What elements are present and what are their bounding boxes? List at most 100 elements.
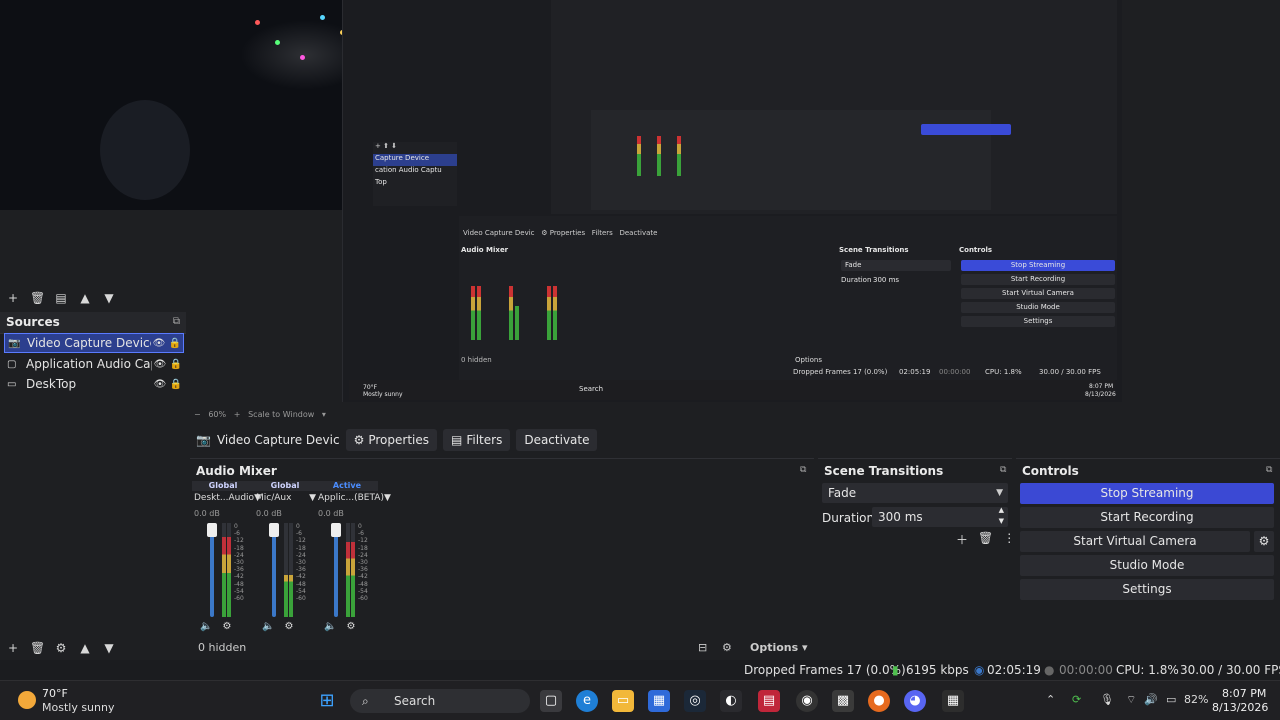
nested-taskbar: 70°F Mostly sunny Search 8:07 PM 8/13/20…: [349, 380, 1116, 400]
source-item-video-capture[interactable]: 📷 Video Capture Device 👁 🔒: [4, 333, 184, 353]
microsoft-store-icon[interactable]: ▦: [648, 690, 670, 712]
dock-undock-icon[interactable]: ⧉: [1266, 465, 1272, 475]
visibility-eye-icon[interactable]: 👁: [152, 379, 168, 390]
volume-slider-handle[interactable]: [331, 523, 341, 537]
scene-filters-icon[interactable]: ▤: [54, 291, 68, 305]
visibility-eye-icon[interactable]: 👁: [151, 338, 167, 349]
mixer-layout-icon[interactable]: ⊟: [698, 639, 707, 657]
channel-settings-icon[interactable]: ⚙: [284, 621, 293, 632]
properties-button[interactable]: ⚙ Properties: [345, 429, 437, 451]
taskbar-search[interactable]: ⌕ Search: [350, 689, 530, 713]
lock-icon[interactable]: 🔒: [168, 379, 184, 390]
virtual-camera-settings-gear-icon[interactable]: ⚙: [1254, 531, 1274, 552]
clock-date[interactable]: 8/13/2026: [1212, 701, 1268, 714]
volume-icon[interactable]: 🔊: [1144, 693, 1158, 706]
tray-sync-icon[interactable]: ⟳: [1072, 693, 1081, 706]
steam-icon[interactable]: ◎: [684, 690, 706, 712]
settings-button[interactable]: Settings: [1020, 579, 1274, 600]
stop-streaming-button[interactable]: Stop Streaming: [1020, 483, 1274, 504]
mixer-settings-icon[interactable]: ⚙: [722, 639, 732, 657]
level-meter-left: [346, 523, 350, 617]
channel-volume-db: 0.0 dB: [256, 509, 282, 518]
wifi-icon[interactable]: ⌔: [1126, 693, 1136, 707]
game-app-icon[interactable]: ▩: [832, 690, 854, 712]
remove-transition-icon[interactable]: 🗑: [978, 531, 993, 548]
nested-deactivate: Deactivate: [619, 229, 658, 237]
lock-icon[interactable]: 🔒: [167, 338, 183, 349]
source-item-desktop[interactable]: ▭ DeskTop 👁 🔒: [4, 374, 184, 394]
move-source-down-icon[interactable]: ▼: [102, 641, 116, 655]
source-properties-icon[interactable]: ⚙: [54, 641, 68, 655]
visibility-eye-icon[interactable]: 👁: [152, 359, 168, 370]
studio-mode-button[interactable]: Studio Mode: [1020, 555, 1274, 576]
nested-properties: Properties: [549, 229, 586, 237]
meter-tick-label: -42: [296, 573, 306, 581]
weather-description[interactable]: Mostly sunny: [42, 701, 114, 714]
speaker-mute-icon[interactable]: 🔈: [200, 621, 212, 632]
remove-source-icon[interactable]: 🗑: [30, 641, 45, 655]
speaker-mute-icon[interactable]: 🔈: [324, 621, 336, 632]
source-item-application-audio[interactable]: ▢ Application Audio Captu 👁 🔒: [4, 354, 184, 374]
more-options-icon[interactable]: ⋮: [1003, 531, 1015, 548]
add-source-icon[interactable]: +: [6, 641, 20, 655]
meter-tick-label: -30: [296, 559, 306, 567]
meter-tick-label: -48: [296, 580, 306, 588]
red-app-icon[interactable]: ▤: [758, 690, 780, 712]
add-scene-icon[interactable]: +: [6, 291, 20, 305]
clock-time[interactable]: 8:07 PM: [1222, 687, 1266, 700]
nested-stop-streaming: [921, 124, 1011, 135]
discord-icon[interactable]: ◕: [904, 690, 926, 712]
file-explorer-icon[interactable]: ▭: [612, 690, 634, 712]
channel-scope-badge: Active: [316, 481, 378, 491]
filters-button[interactable]: ▤ Filters: [443, 429, 511, 451]
weather-sun-icon[interactable]: [18, 691, 36, 709]
search-label: Search: [394, 694, 436, 708]
move-up-icon[interactable]: ▲: [78, 291, 92, 305]
mixer-options-button[interactable]: Options ▾: [750, 639, 808, 657]
nested-obs-window: Video Capture Devic ⚙ Properties Filters…: [459, 216, 1117, 380]
volume-slider[interactable]: [272, 523, 276, 617]
channel-settings-icon[interactable]: ⚙: [346, 621, 355, 632]
duration-field[interactable]: 300 ms ▲ ▼: [872, 505, 1008, 527]
dock-undock-icon[interactable]: ⧉: [1000, 465, 1006, 475]
windows-start-icon[interactable]: ⊞: [316, 690, 338, 712]
remove-scene-icon[interactable]: 🗑: [30, 291, 45, 305]
nested-preview-top: [551, 0, 1117, 214]
channel-settings-icon[interactable]: ⚙: [222, 621, 231, 632]
move-source-up-icon[interactable]: ▲: [78, 641, 92, 655]
firefox-icon[interactable]: ●: [868, 690, 890, 712]
start-recording-button[interactable]: Start Recording: [1020, 507, 1274, 528]
nested-status-record-time: 00:00:00: [939, 368, 971, 376]
start-virtual-camera-button[interactable]: Start Virtual Camera: [1020, 531, 1250, 552]
nested-status-dropped: Dropped Frames 17 (0.0%): [793, 368, 888, 376]
edge-browser-icon[interactable]: e: [576, 690, 598, 712]
volume-slider-handle[interactable]: [269, 523, 279, 537]
spin-arrows-icon[interactable]: ▲ ▼: [999, 505, 1004, 527]
move-down-icon[interactable]: ▼: [102, 291, 116, 305]
meter-tick-label: -6: [358, 530, 364, 538]
meter-tick-label: -60: [296, 595, 306, 603]
volume-slider[interactable]: [210, 523, 214, 617]
deactivate-button[interactable]: Deactivate: [516, 429, 598, 451]
app-window-icon[interactable]: ▦: [942, 690, 964, 712]
add-transition-icon[interactable]: ＋: [956, 531, 968, 548]
channel-name-select[interactable]: Deskt...Audio ▼: [194, 493, 261, 503]
volume-slider-handle[interactable]: [207, 523, 217, 537]
weather-temperature[interactable]: 70°F: [42, 687, 68, 700]
lock-icon[interactable]: 🔒: [168, 359, 184, 370]
app-icon[interactable]: ◐: [720, 690, 742, 712]
volume-slider[interactable]: [334, 523, 338, 617]
dock-undock-icon[interactable]: ⧉: [800, 465, 806, 475]
task-view-icon[interactable]: ▢: [540, 690, 562, 712]
tray-overflow-chevron-icon[interactable]: ⌃: [1046, 693, 1055, 706]
microphone-icon[interactable]: 🎙: [1100, 693, 1114, 706]
transition-select[interactable]: Fade ▼: [822, 483, 1008, 503]
mixer-channel: Global Mic/Aux ▼ 0.0 dB 0 -6 -12 -18 -24 -30 -36 -4…: [254, 481, 316, 632]
speaker-mute-icon[interactable]: 🔈: [262, 621, 274, 632]
battery-icon[interactable]: ▭: [1166, 693, 1176, 706]
channel-name-select[interactable]: Mic/Aux ▼: [256, 493, 316, 503]
channel-name-select[interactable]: Applic...(BETA) ▼: [318, 493, 391, 503]
obs-studio-icon[interactable]: ◉: [796, 690, 818, 712]
meter-tick-label: -12: [234, 537, 244, 545]
dock-undock-icon[interactable]: ⧉: [173, 316, 180, 327]
